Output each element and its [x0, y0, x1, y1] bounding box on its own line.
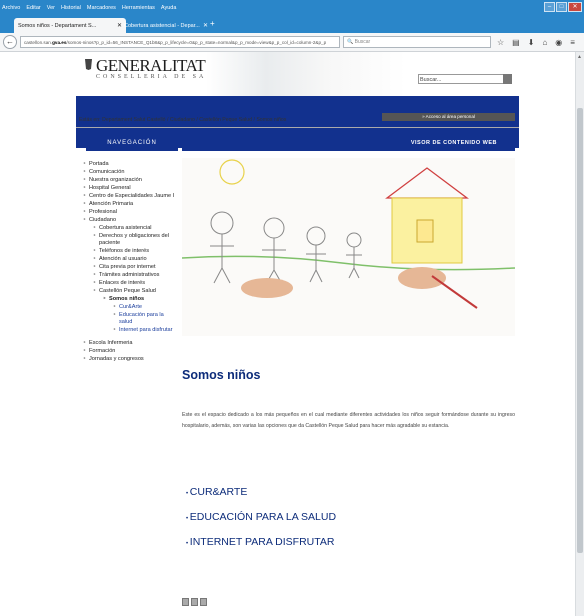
sidebar-item[interactable]: Profesional — [83, 209, 178, 216]
sidebar-item[interactable]: Cobertura asistencial — [93, 225, 178, 232]
scroll-thumb[interactable] — [577, 108, 583, 553]
tab-bar: Somos niños - Departament S... ✕ Cobertu… — [0, 16, 584, 33]
sidebar-item[interactable]: Ciudadano — [83, 217, 178, 224]
sidebar-item[interactable]: Derechos y obligaciones del paciente — [93, 233, 178, 247]
tab-somos-ninos[interactable]: Somos niños - Departament S... ✕ — [14, 18, 126, 33]
sidebar-item[interactable]: Escola Infermeria — [83, 340, 178, 347]
content-heading: VISOR DE CONTENIDO WEB — [182, 135, 515, 151]
sidebar-item[interactable]: Portada — [83, 161, 178, 168]
url-path: /somos-ninos?p_p_id=56_INSTANCE_Q1b8&p_p… — [66, 39, 327, 45]
email-icon[interactable] — [191, 598, 198, 606]
home-icon[interactable]: ⌂ — [542, 38, 547, 47]
sidebar-item[interactable]: Enlaces de interés — [93, 280, 178, 287]
breadcrumb: Estás en: Departament Salut Castelló / C… — [79, 117, 287, 123]
sidebar-item[interactable]: Cita previa por internet — [93, 264, 178, 271]
menu-bar: Archivo Editar Ver Historial Marcadores Herra… — [0, 0, 584, 16]
sidebar-item[interactable]: Teléfonos de interés — [93, 248, 178, 255]
navigation-bar: ← castellon.san. gva.es/somos-ninos?p_p_i… — [0, 33, 584, 52]
url-bar[interactable]: castellon.san. gva.es/somos-ninos?p_p_id=… — [20, 36, 340, 48]
access-personal-button[interactable]: » Acceso al área personal — [382, 113, 515, 121]
bat-logo-icon — [85, 59, 92, 70]
menu-icon[interactable]: ≡ — [570, 38, 575, 47]
back-arrow-icon[interactable]: ← — [3, 35, 17, 49]
sidebar-item[interactable]: Castellón Peque Salud — [93, 288, 178, 295]
toolbar-icons: ☆ ▤ ⬇ ⌂ ◉ ≡ — [497, 38, 575, 47]
sidebar-list: PortadaComunicaciónNuestra organizaciónH… — [83, 161, 178, 363]
section-link[interactable]: CUR&ARTE — [186, 486, 336, 498]
url-domain: gva.es — [52, 39, 67, 45]
print-icon[interactable] — [182, 598, 189, 606]
sidebar-item[interactable]: Cur&Arte — [113, 304, 178, 311]
sidebar-item[interactable]: Nuestra organización — [83, 177, 178, 184]
menu-item-historial[interactable]: Historial — [61, 5, 81, 11]
sidebar-item[interactable]: Atención al usuario — [93, 256, 178, 263]
menu-item-marcadores[interactable]: Marcadores — [87, 5, 116, 11]
minimize-icon[interactable]: – — [544, 2, 555, 12]
sidebar-item[interactable]: Comunicación — [83, 169, 178, 176]
header-photo — [206, 52, 406, 96]
sidebar-item[interactable]: Jornadas y congresos — [83, 356, 178, 363]
site-search-placeholder: Buscar... — [420, 77, 442, 83]
sidebar-item[interactable]: Educación para la salud — [113, 312, 178, 326]
sidebar-heading: NAVEGACIÓN — [86, 135, 178, 151]
new-tab-icon[interactable]: + — [210, 19, 215, 28]
search-button[interactable] — [503, 74, 512, 84]
search-placeholder: Buscar — [354, 39, 371, 45]
library-icon[interactable]: ▤ — [512, 38, 520, 47]
sidebar-item[interactable]: Trámites administrativos — [93, 272, 178, 279]
site-header: GENERALITAT VALENCIANA CONSELLERIA DE SA… — [76, 52, 519, 148]
share-icons — [182, 598, 207, 606]
sidebar-item[interactable]: Somos niños — [103, 296, 178, 303]
menu-item-editar[interactable]: Editar — [26, 5, 40, 11]
children-drawing-illustration — [182, 158, 515, 336]
tab-label: Cobertura asistencial - Depar... — [124, 22, 200, 29]
maximize-icon[interactable]: □ — [556, 2, 567, 12]
bookmark-star-icon[interactable]: ☆ — [497, 38, 504, 47]
sidebar-item[interactable]: Hospital General — [83, 185, 178, 192]
section-link[interactable]: EDUCACIÓN PARA LA SALUD — [186, 511, 336, 523]
pocket-icon[interactable]: ◉ — [555, 38, 562, 47]
tab-label: Somos niños - Departament S... — [18, 22, 97, 29]
sidebar-item[interactable]: Centro de Especialidades Jaume I — [83, 193, 178, 200]
sidebar: NAVEGACIÓN PortadaComunicaciónNuestra or… — [83, 135, 178, 364]
scroll-up-icon[interactable]: ▲ — [577, 54, 582, 60]
section-link[interactable]: INTERNET PARA DISFRUTAR — [186, 536, 336, 548]
close-icon[interactable]: ✕ — [568, 2, 582, 12]
tab-cobertura[interactable]: Cobertura asistencial - Depar... ✕ — [120, 18, 212, 33]
divider — [76, 127, 519, 128]
menu-item-herramientas[interactable]: Herramientas — [122, 5, 155, 11]
share-icon[interactable] — [200, 598, 207, 606]
search-icon: 🔍 — [347, 39, 355, 45]
sidebar-item[interactable]: Atención Primaria — [83, 201, 178, 208]
window-controls: – □ ✕ — [544, 2, 582, 12]
sidebar-item[interactable]: Internet para disfrutar — [113, 327, 178, 334]
intro-paragraph: Este es el espacio dedicado a los más pe… — [182, 412, 515, 429]
close-tab-icon[interactable]: ✕ — [203, 22, 208, 29]
url-prefix: castellon.san. — [24, 39, 53, 45]
menu-item-ver[interactable]: Ver — [47, 5, 55, 11]
browser-search-input[interactable]: 🔍 Buscar — [343, 36, 491, 48]
menu-item-ayuda[interactable]: Ayuda — [161, 5, 177, 11]
menu-item-archivo[interactable]: Archivo — [2, 5, 20, 11]
section-links: CUR&ARTE EDUCACIÓN PARA LA SALUD INTERNET … — [186, 486, 336, 561]
sidebar-item[interactable]: Formación — [83, 348, 178, 355]
download-icon[interactable]: ⬇ — [528, 38, 535, 47]
scrollbar[interactable]: ▲ — [575, 52, 584, 616]
page-viewport: GENERALITAT VALENCIANA CONSELLERIA DE SA… — [0, 52, 575, 616]
page-title: Somos niños — [182, 368, 261, 382]
